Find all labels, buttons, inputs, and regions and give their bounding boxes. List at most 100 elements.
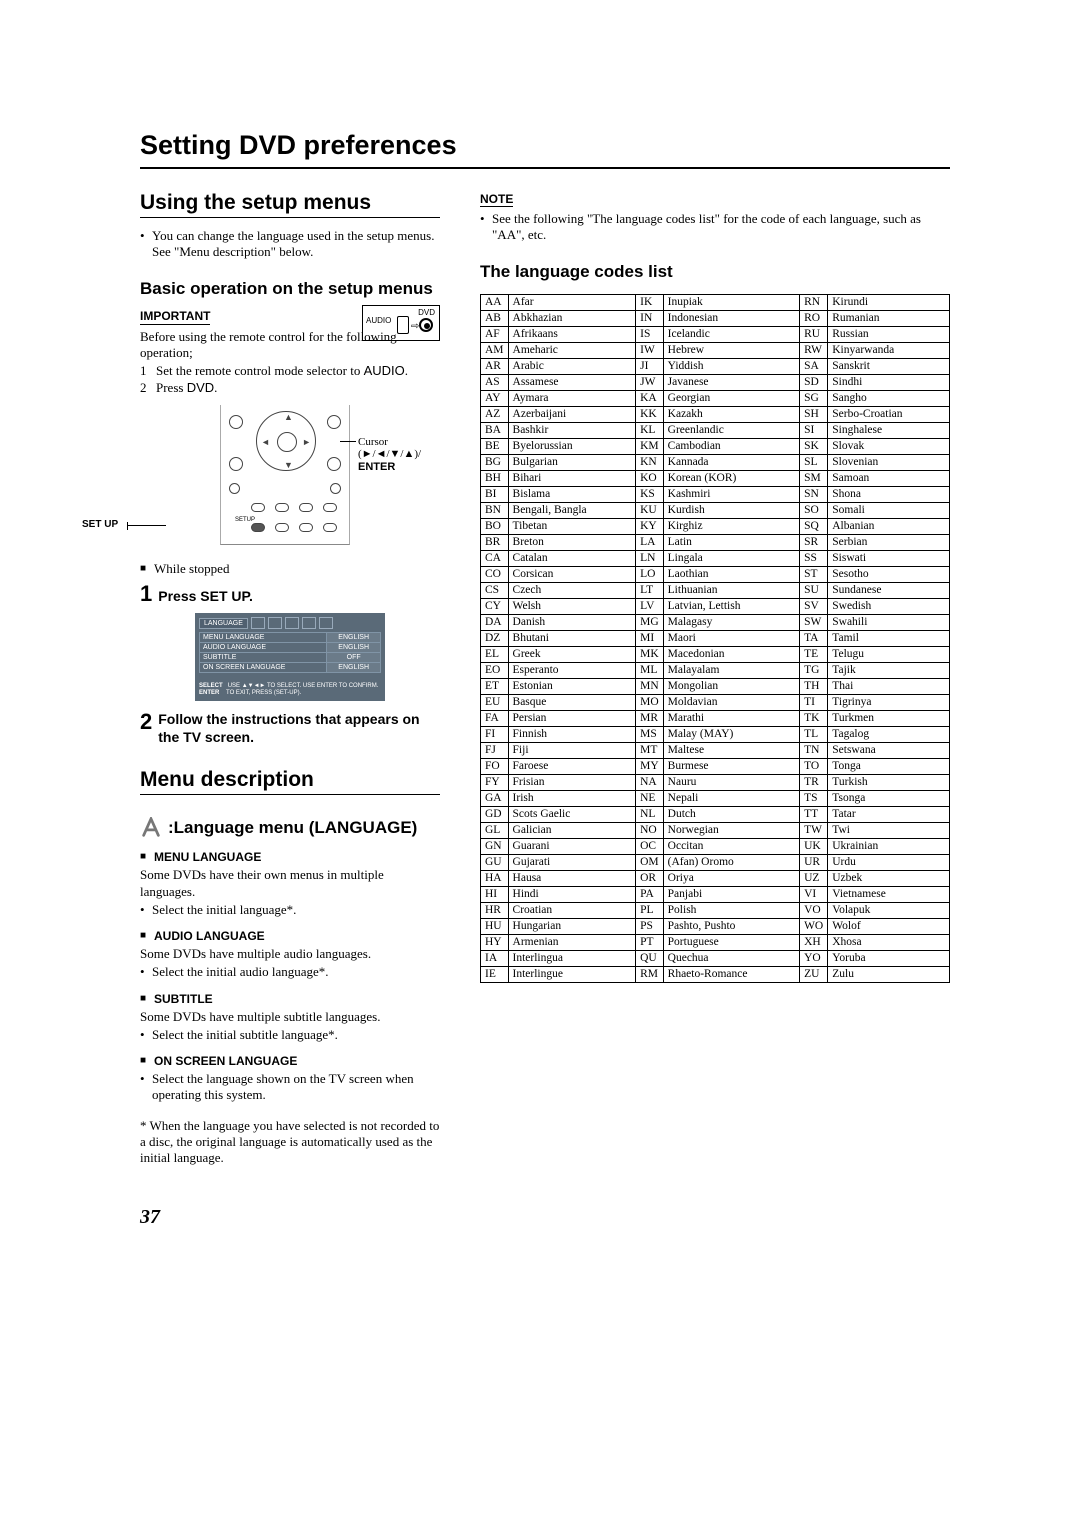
code-cell: HI [481, 886, 509, 902]
lang-section-bullet: Select the initial language*. [140, 902, 440, 918]
name-cell: Irish [508, 790, 636, 806]
code-row: AZAzerbaijaniKKKazakhSHSerbo-Croatian [481, 406, 950, 422]
code-row: BNBengali, BanglaKUKurdishSOSomali [481, 502, 950, 518]
code-cell: NE [636, 790, 664, 806]
remote-button-icon [330, 483, 341, 494]
code-cell: SO [800, 502, 828, 518]
code-cell: KO [636, 470, 664, 486]
lang-section-heading: MENU LANGUAGE [140, 849, 440, 865]
code-cell: VO [800, 902, 828, 918]
code-cell: SQ [800, 518, 828, 534]
step-number: 1 [140, 583, 152, 605]
code-cell: BI [481, 486, 509, 502]
name-cell: Bulgarian [508, 454, 636, 470]
lang-section-bullet: Select the language shown on the TV scre… [140, 1071, 440, 1104]
step-1: 1 Press SET UP. [140, 583, 440, 606]
code-cell: HU [481, 918, 509, 934]
code-cell: QU [636, 950, 664, 966]
while-stopped: While stopped [140, 561, 440, 577]
name-cell: Hindi [508, 886, 636, 902]
name-cell: Burmese [663, 758, 799, 774]
remote-body: ▲ ▼ ◄ ► SETUP [220, 405, 350, 545]
mode-selector-diagram: AUDIO DVD ⇨ [362, 305, 440, 341]
remote-pill-icon [299, 503, 313, 512]
item-text-pre: Set the remote control mode selector to [156, 363, 364, 378]
code-cell: TI [800, 694, 828, 710]
code-cell: NO [636, 822, 664, 838]
lang-section-label: ON SCREEN LANGUAGE [154, 1054, 297, 1068]
osd-tab-language: LANGUAGE [199, 618, 248, 629]
name-cell: Xhosa [828, 934, 950, 950]
name-cell: Ameharic [508, 342, 636, 358]
code-row: EUBasqueMOMoldavianTITigrinya [481, 694, 950, 710]
osd-row-label: AUDIO LANGUAGE [200, 643, 327, 653]
name-cell: Slovak [828, 438, 950, 454]
note-text: See the following "The language codes li… [480, 211, 950, 244]
code-row: BIBislamaKSKashmiriSNShona [481, 486, 950, 502]
code-cell: SR [800, 534, 828, 550]
code-row: ABAbkhazianINIndonesianRORumanian [481, 310, 950, 326]
code-cell: SN [800, 486, 828, 502]
osd-hint: SELECT USE ▲▼◄► TO SELECT. USE ENTER TO … [199, 683, 381, 697]
name-cell: Marathi [663, 710, 799, 726]
code-cell: RW [800, 342, 828, 358]
right-column: NOTE See the following "The language cod… [480, 191, 950, 983]
mode-switch-icon [397, 316, 409, 334]
lang-section-label: MENU LANGUAGE [154, 850, 261, 864]
name-cell: Croatian [508, 902, 636, 918]
code-cell: SM [800, 470, 828, 486]
code-row: DADanishMGMalagasySWSwahili [481, 614, 950, 630]
name-cell: Malayalam [663, 662, 799, 678]
code-row: BGBulgarianKNKannadaSLSlovenian [481, 454, 950, 470]
name-cell: Yiddish [663, 358, 799, 374]
code-cell: AB [481, 310, 509, 326]
name-cell: Arabic [508, 358, 636, 374]
name-cell: Twi [828, 822, 950, 838]
code-cell: MN [636, 678, 664, 694]
osd-row-label: SUBTITLE [200, 653, 327, 663]
code-cell: KS [636, 486, 664, 502]
name-cell: Tibetan [508, 518, 636, 534]
code-cell: UZ [800, 870, 828, 886]
name-cell: Hungarian [508, 918, 636, 934]
code-row: HIHindiPAPanjabiVIVietnamese [481, 886, 950, 902]
remote-pill-icon [275, 503, 289, 512]
arrow-up-icon: ▲ [284, 412, 293, 422]
code-cell: PT [636, 934, 664, 950]
code-cell: BA [481, 422, 509, 438]
code-cell: MG [636, 614, 664, 630]
code-cell: AA [481, 294, 509, 310]
name-cell: Assamese [508, 374, 636, 390]
name-cell: Finnish [508, 726, 636, 742]
name-cell: Corsican [508, 566, 636, 582]
code-cell: FY [481, 774, 509, 790]
name-cell: Faroese [508, 758, 636, 774]
name-cell: Interlingue [508, 966, 636, 982]
name-cell: Moldavian [663, 694, 799, 710]
using-setup-note: You can change the language used in the … [140, 228, 440, 261]
lang-section-heading: SUBTITLE [140, 991, 440, 1007]
name-cell: Gujarati [508, 854, 636, 870]
dvd-label: DVD [418, 308, 435, 317]
name-cell: Catalan [508, 550, 636, 566]
code-cell: TS [800, 790, 828, 806]
name-cell: Breton [508, 534, 636, 550]
language-codes-table: AAAfarIKInupiakRNKirundiABAbkhazianINInd… [480, 294, 950, 983]
code-cell: LO [636, 566, 664, 582]
language-menu-title: :Language menu (LANGUAGE) [168, 818, 417, 838]
step-text: Press SET UP. [158, 588, 253, 606]
item-text-pre: Press [156, 380, 187, 395]
important-item-1: 1 Set the remote control mode selector t… [140, 363, 440, 379]
code-cell: BR [481, 534, 509, 550]
name-cell: Wolof [828, 918, 950, 934]
heading-menu-description: Menu description [140, 768, 440, 795]
code-cell: SD [800, 374, 828, 390]
code-cell: JI [636, 358, 664, 374]
code-cell: CO [481, 566, 509, 582]
name-cell: Estonian [508, 678, 636, 694]
name-cell: Dutch [663, 806, 799, 822]
name-cell: Setswana [828, 742, 950, 758]
name-cell: Polish [663, 902, 799, 918]
name-cell: Albanian [828, 518, 950, 534]
code-cell: PL [636, 902, 664, 918]
